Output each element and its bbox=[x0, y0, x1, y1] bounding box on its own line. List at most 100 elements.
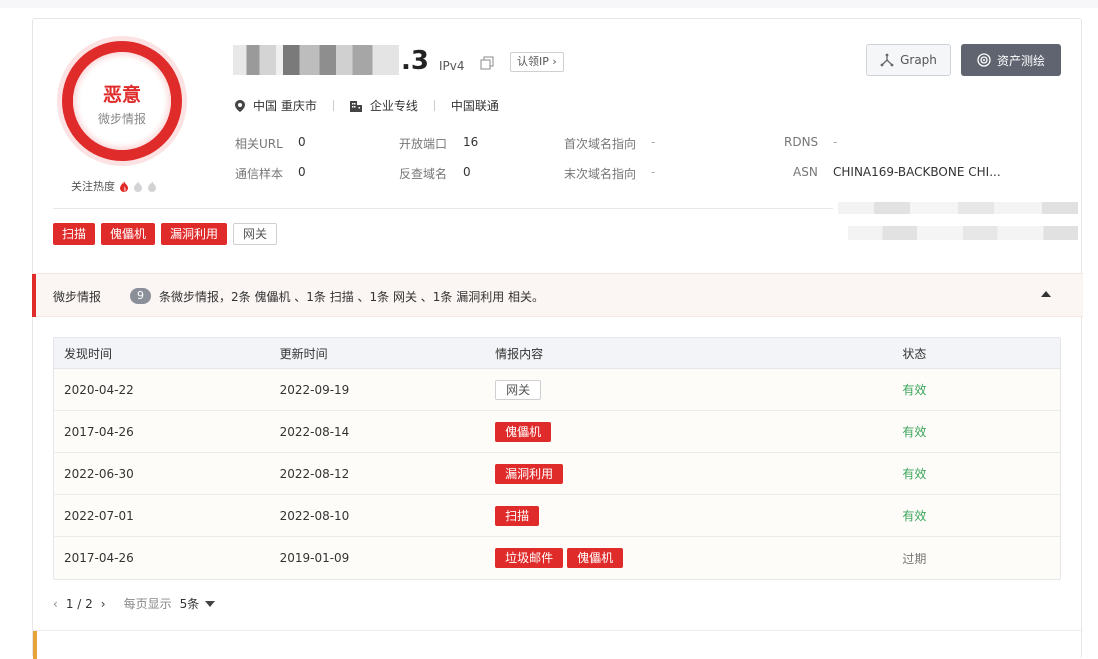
open-ports-value[interactable]: 16 bbox=[463, 135, 478, 149]
open-ports-label-text: 开放端口 bbox=[399, 137, 448, 151]
tag-botnet[interactable]: 傀儡机 bbox=[101, 223, 156, 245]
found-time: 2020-04-22 bbox=[64, 382, 134, 397]
header-content: 情报内容 bbox=[495, 346, 544, 361]
asn-label-text: ASN bbox=[793, 165, 818, 179]
header-divider bbox=[53, 208, 833, 209]
isp: 中国联通 bbox=[450, 99, 499, 113]
divider bbox=[433, 100, 435, 111]
collapse-arrow-icon[interactable] bbox=[1041, 291, 1051, 297]
verdict-label: 恶意 bbox=[102, 84, 141, 106]
samples-label-text: 通信样本 bbox=[235, 167, 284, 181]
found-time: 2022-06-30 bbox=[64, 466, 134, 481]
verdict-badge: 恶意 微步情报 bbox=[57, 36, 187, 166]
tag-gateway[interactable]: 网关 bbox=[495, 379, 542, 400]
dropdown-caret-icon bbox=[205, 600, 216, 607]
tag-exploit[interactable]: 漏洞利用 bbox=[161, 223, 228, 245]
tag-exploit[interactable]: 漏洞利用 bbox=[495, 463, 564, 484]
open-ports-label: 开放端口 bbox=[399, 135, 447, 152]
claim-ip-button[interactable]: 认领IP › bbox=[510, 52, 564, 72]
prev-page-icon[interactable]: ‹ bbox=[53, 597, 58, 611]
intel-content: 垃圾邮件 傀儡机 bbox=[485, 548, 892, 568]
header-updated-time: 更新时间 bbox=[279, 346, 328, 361]
per-page-select[interactable]: 5条 bbox=[180, 595, 216, 612]
per-page-value: 5条 bbox=[179, 597, 200, 611]
ip-suffix: .3 bbox=[401, 46, 429, 76]
updated-time: 2022-08-10 bbox=[279, 508, 350, 523]
related-url-label: 相关URL bbox=[235, 137, 283, 151]
per-page-label: 每页显示 bbox=[123, 597, 172, 611]
found-time: 2022-07-01 bbox=[64, 508, 134, 523]
updated-time: 2019-01-09 bbox=[279, 551, 350, 565]
ip-version: IPv4 bbox=[438, 59, 465, 73]
reverse-domain-label: 反查域名 bbox=[399, 165, 447, 182]
table-row: 2017-04-26 2019-01-09 垃圾邮件 傀儡机 过期 bbox=[54, 537, 1060, 579]
intel-summary: 条微步情报，2条 傀儡机 、1条 扫描 、1条 网关 、1条 漏洞利用 相关。 bbox=[159, 290, 545, 304]
tag-gateway[interactable]: 网关 bbox=[233, 223, 278, 245]
table-row: 2022-06-30 2022-08-12 漏洞利用 有效 bbox=[54, 453, 1060, 495]
last-domain-label-text: 末次域名指向 bbox=[564, 167, 637, 181]
updated-time: 2022-08-12 bbox=[279, 466, 350, 481]
first-domain-label: 首次域名指向 bbox=[564, 135, 636, 152]
asn-label: ASN bbox=[793, 165, 818, 179]
building-icon bbox=[349, 100, 362, 112]
rdns-label: RDNS bbox=[784, 135, 818, 149]
asn-value[interactable]: CHINA169-BACKBONE CHI... bbox=[833, 165, 1001, 179]
section-divider bbox=[33, 630, 1083, 631]
related-url-value[interactable]: 0 bbox=[298, 135, 306, 149]
chevron-right-icon: › bbox=[552, 55, 557, 68]
intel-content: 傀儡机 bbox=[485, 421, 892, 442]
table-row: 2020-04-22 2022-09-19 网关 有效 bbox=[54, 369, 1060, 411]
status-valid: 有效 bbox=[902, 509, 927, 523]
line-type: 企业专线 bbox=[369, 99, 418, 113]
section-accent bbox=[32, 274, 36, 317]
heat-label: 关注热度 bbox=[71, 180, 115, 193]
found-time: 2017-04-26 bbox=[64, 424, 134, 439]
pagination: ‹ 1 / 2 › 每页显示 5条 bbox=[53, 595, 216, 612]
intel-section-header[interactable]: 微步情报 9 条微步情报，2条 傀儡机 、1条 扫描 、1条 网关 、1条 漏洞… bbox=[32, 273, 1083, 317]
last-domain-value: - bbox=[651, 165, 656, 179]
ip-detail-card: 恶意 微步情报 关注热度 .3 IPv4 认领IP › 中国 重庆市 企业专线 … bbox=[32, 18, 1083, 659]
intel-table: 发现时间 更新时间 情报内容 状态 2020-04-22 2022-09-19 … bbox=[53, 337, 1061, 580]
location-text: 中国 重庆市 bbox=[253, 99, 317, 113]
tag-botnet[interactable]: 傀儡机 bbox=[567, 548, 624, 568]
tag-scan[interactable]: 扫描 bbox=[53, 223, 96, 245]
tag-spam[interactable]: 垃圾邮件 bbox=[495, 548, 564, 568]
location-row: 中国 重庆市 企业专线 中国联通 bbox=[235, 97, 499, 114]
tag-scan[interactable]: 扫描 bbox=[495, 505, 540, 526]
table-header: 发现时间 更新时间 情报内容 状态 bbox=[54, 338, 1060, 369]
found-time: 2017-04-26 bbox=[64, 551, 134, 565]
copy-icon[interactable] bbox=[480, 56, 494, 70]
updated-time: 2022-08-14 bbox=[279, 424, 350, 439]
asset-mapping-button[interactable]: 资产测绘 bbox=[961, 44, 1061, 76]
updated-time: 2022-09-19 bbox=[279, 382, 350, 397]
reverse-domain-label-text: 反查域名 bbox=[399, 167, 448, 181]
ip-tags: 扫描 傀儡机 漏洞利用 网关 bbox=[53, 223, 278, 245]
status-valid: 有效 bbox=[902, 467, 927, 481]
graph-button[interactable]: Graph bbox=[866, 44, 951, 76]
header-found-time: 发现时间 bbox=[64, 346, 113, 361]
table-row: 2017-04-26 2022-08-14 傀儡机 有效 bbox=[54, 411, 1060, 453]
status-valid: 有效 bbox=[902, 383, 927, 397]
samples-value[interactable]: 0 bbox=[298, 165, 306, 179]
next-page-icon[interactable]: › bbox=[101, 597, 106, 611]
samples-label: 通信样本 bbox=[235, 165, 283, 182]
intel-content: 网关 bbox=[485, 379, 892, 400]
next-section-accent bbox=[33, 631, 37, 659]
reverse-domain-value[interactable]: 0 bbox=[463, 165, 471, 179]
graph-icon bbox=[880, 53, 894, 67]
redacted-area bbox=[838, 202, 1078, 214]
status-valid: 有效 bbox=[902, 425, 927, 439]
intel-content: 扫描 bbox=[485, 505, 892, 526]
ip-address: .3 IPv4 bbox=[233, 45, 464, 75]
flame-icon bbox=[134, 180, 142, 192]
redacted-area bbox=[848, 226, 1078, 240]
intel-content: 漏洞利用 bbox=[485, 463, 892, 484]
asset-mapping-label: 资产测绘 bbox=[996, 53, 1045, 68]
last-domain-label: 末次域名指向 bbox=[564, 165, 636, 182]
graph-button-label: Graph bbox=[900, 53, 937, 67]
page-indicator: 1 / 2 bbox=[65, 596, 93, 611]
flame-icon-active bbox=[120, 180, 128, 192]
tag-botnet[interactable]: 傀儡机 bbox=[495, 421, 552, 442]
rdns-value: - bbox=[833, 135, 838, 149]
rdns-label-text: RDNS bbox=[784, 135, 819, 149]
